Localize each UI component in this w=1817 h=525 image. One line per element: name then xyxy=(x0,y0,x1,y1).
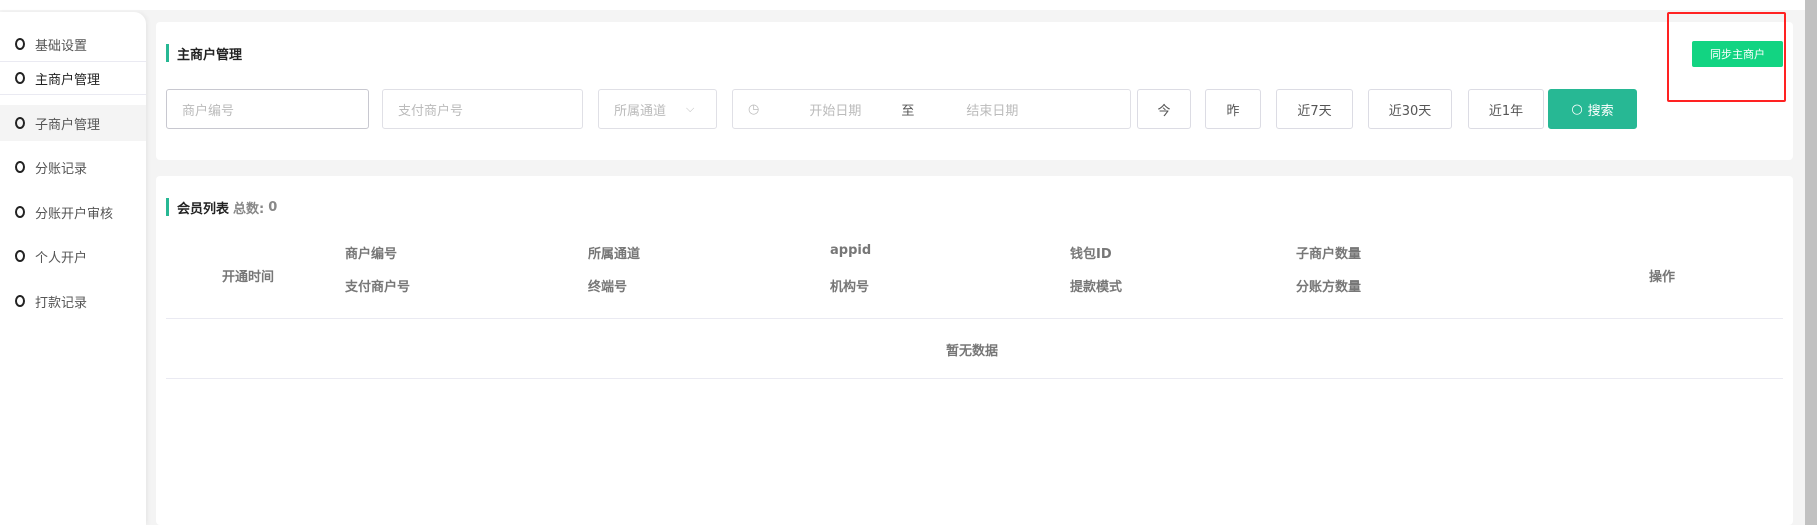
list-title-text: 会员列表 xyxy=(177,201,230,217)
today-button[interactable]: 今 xyxy=(1137,89,1191,129)
start-date-input[interactable]: 开始日期 xyxy=(809,100,861,119)
sidebar-item-personal-account[interactable]: 个人开户 xyxy=(0,239,146,273)
header-channel: 所属通道 xyxy=(588,247,641,262)
channel-select-value: 所属通道 xyxy=(614,103,667,119)
date-separator: 至 xyxy=(901,103,915,119)
divider xyxy=(166,318,1783,319)
channel-select[interactable]: 所属通道 ⌵ xyxy=(598,89,717,129)
circle-icon xyxy=(15,38,25,50)
total-count: 0 xyxy=(268,199,278,215)
circle-icon xyxy=(15,250,25,262)
circle-icon xyxy=(15,72,25,84)
sidebar-item-split-records[interactable]: 分账记录 xyxy=(0,150,146,184)
scrollbar[interactable] xyxy=(1805,0,1817,525)
date-range-picker[interactable]: ◷ 开始日期 至 结束日期 xyxy=(732,89,1131,129)
empty-state-text: 暂无数据 xyxy=(946,344,999,359)
sidebar-item-main-merchant[interactable]: 主商户管理 xyxy=(0,61,146,95)
yesterday-button[interactable]: 昨 xyxy=(1205,89,1261,129)
sidebar-item-label: 打款记录 xyxy=(35,295,88,311)
total-label: 总数: xyxy=(233,201,265,217)
header-open-time: 开通时间 xyxy=(222,270,275,285)
sidebar-item-payout-records[interactable]: 打款记录 xyxy=(0,284,146,318)
header-action: 操作 xyxy=(1649,270,1676,285)
merchant-no-input[interactable]: 商户编号 xyxy=(166,89,369,129)
last-30-days-button[interactable]: 近30天 xyxy=(1368,89,1452,129)
sidebar-item-label: 基础设置 xyxy=(35,38,88,54)
page-title: 主商户管理 xyxy=(166,44,243,63)
search-button[interactable]: ○ 搜索 xyxy=(1548,89,1637,129)
circle-icon xyxy=(15,295,25,307)
highlight-box xyxy=(1667,12,1786,102)
sidebar-item-split-account-review[interactable]: 分账开户审核 xyxy=(0,195,146,229)
header-split-count: 分账方数量 xyxy=(1296,280,1362,295)
circle-icon xyxy=(15,206,25,218)
top-bar xyxy=(0,0,1805,10)
circle-icon xyxy=(15,161,25,173)
page-title-text: 主商户管理 xyxy=(177,47,243,63)
header-withdraw-mode: 提款模式 xyxy=(1070,280,1123,295)
last-7-days-button[interactable]: 近7天 xyxy=(1276,89,1353,129)
pay-merchant-no-input[interactable]: 支付商户号 xyxy=(382,89,583,129)
header-sub-count: 子商户数量 xyxy=(1296,247,1362,262)
circle-icon xyxy=(15,117,25,129)
sidebar-item-label: 分账开户审核 xyxy=(35,206,114,222)
header-appid: appid xyxy=(830,243,872,258)
header-merchant-no: 商户编号 xyxy=(345,247,398,262)
header-wallet-id: 钱包ID xyxy=(1070,247,1112,262)
sidebar-item-label: 子商户管理 xyxy=(35,117,101,133)
header-org-no: 机构号 xyxy=(830,280,870,295)
divider xyxy=(166,378,1783,379)
sidebar-item-label: 主商户管理 xyxy=(35,72,101,88)
end-date-input[interactable]: 结束日期 xyxy=(966,100,1018,119)
sidebar-item-label: 分账记录 xyxy=(35,161,88,177)
last-1-year-button[interactable]: 近1年 xyxy=(1468,89,1544,129)
sidebar-item-label: 个人开户 xyxy=(35,250,88,266)
search-label: 搜索 xyxy=(1587,103,1614,119)
header-terminal-no: 终端号 xyxy=(588,280,628,295)
filter-card: 主商户管理 同步主商户 商户编号 支付商户号 所属通道 ⌵ ◷ 开始日期 至 结束… xyxy=(156,22,1793,160)
chevron-down-icon: ⌵ xyxy=(686,102,695,115)
member-list-card: 会员列表 总数: 0 开通时间 商户编号 支付商户号 所属通道 终端号 appid … xyxy=(156,176,1793,525)
sidebar: 基础设置 主商户管理 子商户管理 分账记录 分账开户审核 个人开户 打款记录 xyxy=(0,12,146,525)
sidebar-item-basic-settings[interactable]: 基础设置 xyxy=(0,27,146,61)
list-title: 会员列表 总数: 0 xyxy=(166,198,278,217)
header-pay-merchant-no: 支付商户号 xyxy=(345,280,411,295)
clock-icon: ◷ xyxy=(748,101,760,117)
sidebar-item-sub-merchant[interactable]: 子商户管理 xyxy=(0,105,146,141)
search-icon: ○ xyxy=(1571,101,1583,117)
